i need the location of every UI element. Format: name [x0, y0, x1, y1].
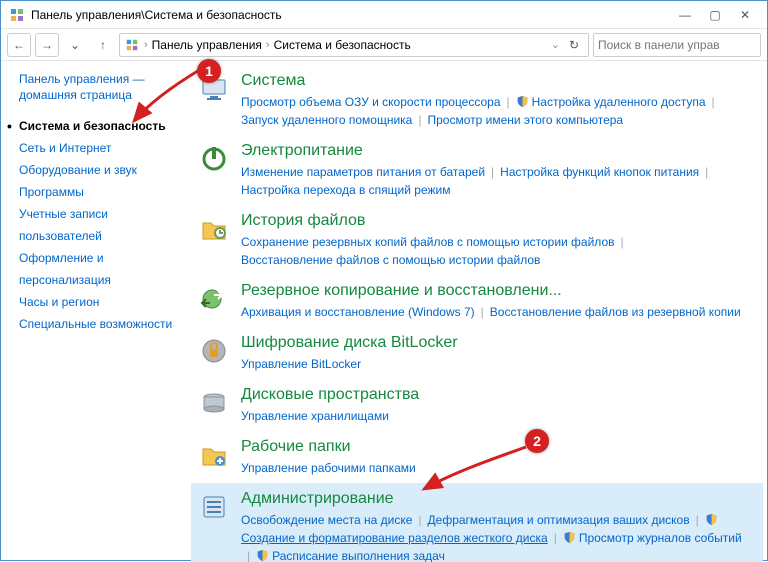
link-separator: | [418, 513, 421, 527]
refresh-button[interactable]: ↻ [564, 38, 584, 52]
link-separator: | [507, 95, 510, 109]
link-separator: | [247, 549, 250, 562]
category-admin: Администрирование Освобождение места на д… [191, 483, 763, 562]
search-box[interactable] [593, 33, 761, 57]
sidebar: Панель управления — домашняя страница Си… [1, 61, 191, 562]
link-separator: | [705, 165, 708, 179]
sidebar-item[interactable]: Система и безопасность [19, 115, 177, 137]
category-link[interactable]: Запуск удаленного помощника [241, 111, 412, 129]
category-link[interactable]: Просмотр журналов событий [579, 529, 742, 547]
storage-icon [197, 385, 231, 419]
control-panel-icon [124, 37, 140, 53]
workfolders-icon [197, 437, 231, 471]
sidebar-item[interactable]: Учетные записи пользователей [19, 203, 177, 247]
category-link[interactable]: Просмотр имени этого компьютера [427, 111, 623, 129]
back-button[interactable]: ← [7, 33, 31, 57]
link-separator: | [418, 113, 421, 127]
category-storage: Дисковые пространства Управление хранилищ… [191, 379, 763, 431]
category-link[interactable]: Настройка удаленного доступа [532, 93, 706, 111]
shield-icon [256, 549, 270, 562]
history-dropdown[interactable]: ⌄ [63, 33, 87, 57]
category-link[interactable]: Управление BitLocker [241, 355, 361, 373]
system-icon [197, 71, 231, 105]
category-title[interactable]: Шифрование диска BitLocker [241, 333, 755, 353]
link-separator: | [712, 95, 715, 109]
category-bitlocker: Шифрование диска BitLocker Управление Bit… [191, 327, 763, 379]
breadcrumb[interactable]: › Панель управления › Система и безопасн… [119, 33, 589, 57]
sidebar-item[interactable]: Сеть и Интернет [19, 137, 177, 159]
category-link[interactable]: Дефрагментация и оптимизация ваших диско… [428, 511, 690, 529]
chevron-right-icon: › [144, 39, 148, 51]
chevron-right-icon: › [266, 39, 270, 51]
category-link[interactable]: Просмотр объема ОЗУ и скорости процессор… [241, 93, 501, 111]
category-title[interactable]: История файлов [241, 211, 755, 231]
sidebar-home-link[interactable]: Панель управления — домашняя страница [19, 71, 177, 103]
sidebar-item[interactable]: Специальные возможности [19, 313, 177, 335]
category-link[interactable]: Управление рабочими папками [241, 459, 416, 477]
shield-icon [516, 95, 530, 109]
category-title[interactable]: Рабочие папки [241, 437, 755, 457]
maximize-button[interactable]: ▢ [701, 5, 729, 25]
main-content: Система Просмотр объема ОЗУ и скорости пр… [191, 61, 767, 562]
category-workfolders: Рабочие папки Управление рабочими папками [191, 431, 763, 483]
control-panel-icon [9, 7, 25, 23]
category-backup: Резервное копирование и восстановлени...… [191, 275, 763, 327]
sidebar-item[interactable]: Программы [19, 181, 177, 203]
admin-icon [197, 489, 231, 523]
category-title[interactable]: Электропитание [241, 141, 755, 161]
category-link[interactable]: Восстановление файлов из резервной копии [490, 303, 741, 321]
search-input[interactable] [598, 38, 756, 52]
category-link[interactable]: Создание и форматирование разделов жестк… [241, 529, 548, 547]
breadcrumb-segment[interactable]: Панель управления [152, 38, 262, 52]
bitlocker-icon [197, 333, 231, 367]
category-link[interactable]: Управление хранилищами [241, 407, 389, 425]
category-link[interactable]: Настройка перехода в спящий режим [241, 181, 450, 199]
breadcrumb-segment[interactable]: Система и безопасность [274, 38, 411, 52]
chevron-down-icon[interactable]: ⌄ [551, 38, 560, 51]
power-icon [197, 141, 231, 175]
category-link[interactable]: Расписание выполнения задач [272, 547, 445, 562]
sidebar-item[interactable]: Часы и регион [19, 291, 177, 313]
category-link[interactable]: Изменение параметров питания от батарей [241, 163, 485, 181]
category-link[interactable]: Архивация и восстановление (Windows 7) [241, 303, 475, 321]
category-power: Электропитание Изменение параметров питан… [191, 135, 763, 205]
category-title[interactable]: Администрирование [241, 489, 755, 509]
sidebar-item[interactable]: Оформление и персонализация [19, 247, 177, 291]
link-separator: | [621, 235, 624, 249]
category-link[interactable]: Восстановление файлов с помощью истории … [241, 251, 540, 269]
toolbar: ← → ⌄ ↑ › Панель управления › Система и … [1, 29, 767, 61]
forward-button[interactable]: → [35, 33, 59, 57]
category-link[interactable]: Освобождение места на диске [241, 511, 412, 529]
up-button[interactable]: ↑ [91, 33, 115, 57]
sidebar-item[interactable]: Оборудование и звук [19, 159, 177, 181]
shield-icon [563, 531, 577, 545]
window-title: Панель управления\Система и безопасность [31, 8, 282, 22]
link-separator: | [481, 305, 484, 319]
category-title[interactable]: Система [241, 71, 755, 91]
category-title[interactable]: Резервное копирование и восстановлени... [241, 281, 755, 301]
sidebar-list: Система и безопасностьСеть и ИнтернетОбо… [19, 115, 177, 335]
category-filehistory: История файлов Сохранение резервных копий… [191, 205, 763, 275]
category-link[interactable]: Настройка функций кнопок питания [500, 163, 699, 181]
link-separator: | [696, 513, 699, 527]
link-separator: | [554, 531, 557, 545]
backup-icon [197, 281, 231, 315]
title-bar: Панель управления\Система и безопасность… [1, 1, 767, 29]
close-button[interactable]: ✕ [731, 5, 759, 25]
link-separator: | [491, 165, 494, 179]
filehistory-icon [197, 211, 231, 245]
category-title[interactable]: Дисковые пространства [241, 385, 755, 405]
shield-icon [705, 513, 719, 527]
category-link[interactable]: Сохранение резервных копий файлов с помо… [241, 233, 615, 251]
minimize-button[interactable]: — [671, 5, 699, 25]
category-system: Система Просмотр объема ОЗУ и скорости пр… [191, 65, 763, 135]
